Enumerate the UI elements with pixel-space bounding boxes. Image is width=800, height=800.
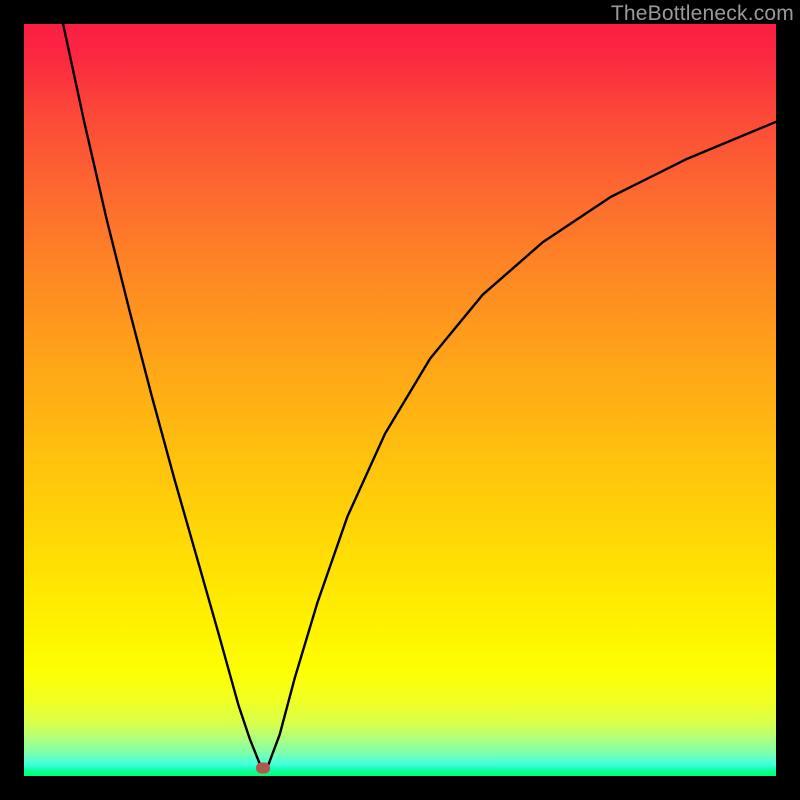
chart-frame: TheBottleneck.com [0,0,800,800]
plot-area [24,24,776,776]
watermark-text: TheBottleneck.com [611,2,794,26]
optimal-point-marker [256,762,270,773]
heat-gradient-background [24,24,776,776]
